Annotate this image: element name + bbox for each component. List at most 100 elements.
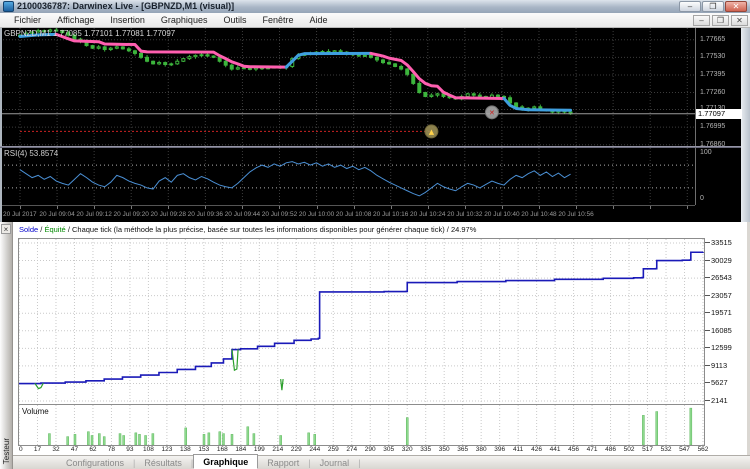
rsi-indicator-label: RSI(4) 53.8574 <box>4 149 58 158</box>
tab-journal[interactable]: Journal <box>311 457 359 469</box>
equity-axis-label: 16085 <box>711 326 732 335</box>
trade-number-label: 456 <box>568 446 579 453</box>
menu-item-insertion[interactable]: Insertion <box>102 13 153 27</box>
equity-axis-label: 9113 <box>711 361 727 370</box>
menu-items: FichierAffichageInsertionGraphiquesOutil… <box>6 13 336 27</box>
app-icon <box>3 1 14 12</box>
panel-splitter[interactable] <box>0 146 741 148</box>
time-axis-label: 20 Jul 10:24 <box>410 211 445 218</box>
tester-titlebar[interactable]: × Testeur <box>0 222 13 469</box>
time-axis-label: 20 Jul 09:36 <box>188 211 223 218</box>
time-axis-label: 20 Jul 10:08 <box>336 211 371 218</box>
time-axis-label: 20 Jul 10:48 <box>521 211 556 218</box>
time-axis-label: 20 Jul 09:04 <box>39 211 74 218</box>
equity-axis-label: 33515 <box>711 238 732 247</box>
trade-number-label: 138 <box>180 446 191 453</box>
chart-restore-button[interactable]: ❐ <box>712 15 729 26</box>
candlestick-chart[interactable]: ▲✕ <box>0 28 695 146</box>
trade-number-label: 547 <box>679 446 690 453</box>
trade-number-label: 0 <box>19 446 23 453</box>
tester-panel: × Testeur Solde / Équité / Chaque tick (… <box>0 222 750 469</box>
trade-number-label: 486 <box>605 446 616 453</box>
equity-axis-label: 23057 <box>711 291 732 300</box>
volume-plot[interactable]: Volume <box>18 404 705 446</box>
balance-legend: Solde <box>19 225 38 234</box>
equity-axis-label: 19571 <box>711 308 732 317</box>
equity-axis-tick <box>705 312 710 313</box>
price-axis-label: 1.77260 <box>700 89 725 96</box>
chart-window-controls: – ❐ ✕ <box>693 15 748 26</box>
time-axis-label: 20 Jul 09:12 <box>76 211 111 218</box>
equity-axis-tick <box>705 347 710 348</box>
report-subtitle: / Chaque tick (la méthode la plus précis… <box>66 225 477 234</box>
equity-chart[interactable] <box>19 239 704 404</box>
trade-number-label: 290 <box>365 446 376 453</box>
time-tick <box>317 206 318 209</box>
time-tick <box>57 206 58 209</box>
trade-number-label: 365 <box>457 446 468 453</box>
trade-number-label: 214 <box>272 446 283 453</box>
trade-number-label: 441 <box>550 446 561 453</box>
chart-minimize-button[interactable]: – <box>693 15 710 26</box>
menu-item-graphiques[interactable]: Graphiques <box>153 13 216 27</box>
time-axis-label: 20 Jul 2017 <box>3 211 37 218</box>
time-axis-label: 20 Jul 09:52 <box>262 211 297 218</box>
window-border-right <box>741 28 750 222</box>
volume-chart[interactable] <box>19 405 704 445</box>
time-axis-label: 20 Jul 10:16 <box>373 211 408 218</box>
trade-number-label: 350 <box>439 446 450 453</box>
chart-window[interactable]: ▲✕ GBPNZD,M1 1.77085 1.77101 1.77081 1.7… <box>0 28 741 222</box>
tab-resultats[interactable]: Résultats <box>135 457 191 469</box>
time-tick <box>354 206 355 209</box>
time-axis-label: 20 Jul 09:44 <box>225 211 260 218</box>
menu-item-aide[interactable]: Aide <box>302 13 336 27</box>
window-border-left <box>0 28 2 222</box>
time-tick <box>168 206 169 209</box>
time-tick <box>20 206 21 209</box>
trade-number-label: 168 <box>217 446 228 453</box>
trade-number-label: 259 <box>328 446 339 453</box>
title-bar[interactable]: 2100036787: Darwinex Live - [GBPNZD,M1 (… <box>0 0 750 13</box>
svg-text:✕: ✕ <box>489 109 495 117</box>
rsi-chart[interactable] <box>0 148 695 205</box>
tab-rapport[interactable]: Rapport <box>258 457 308 469</box>
price-axis-label: 1.77530 <box>700 53 725 60</box>
trade-number-axis: 0173247627893108123138153168184199214229… <box>19 446 719 455</box>
chart-close-button[interactable]: ✕ <box>731 15 748 26</box>
trade-number-label: 320 <box>402 446 413 453</box>
trade-number-label: 32 <box>52 446 59 453</box>
equity-axis-tick <box>705 260 710 261</box>
equity-axis-tick <box>705 295 710 296</box>
menu-item-affichage[interactable]: Affichage <box>49 13 102 27</box>
time-tick <box>391 206 392 209</box>
trade-number-label: 108 <box>143 446 154 453</box>
menu-item-fichier[interactable]: Fichier <box>6 13 49 27</box>
trade-number-label: 562 <box>698 446 709 453</box>
tab-configurations[interactable]: Configurations <box>57 457 133 469</box>
svg-text:▲: ▲ <box>429 128 435 136</box>
equity-axis-tick <box>705 330 710 331</box>
tester-tabs: Configurations|Résultats|GraphiqueRappor… <box>13 455 750 469</box>
window-title: 2100036787: Darwinex Live - [GBPNZD,M1 (… <box>17 0 234 13</box>
tab-graphique[interactable]: Graphique <box>193 454 258 469</box>
volume-label: Volume <box>22 407 49 416</box>
trade-number-label: 517 <box>642 446 653 453</box>
menu-item-outils[interactable]: Outils <box>215 13 254 27</box>
window-close-button[interactable]: ✕ <box>725 1 747 12</box>
tester-close-button[interactable]: × <box>1 224 11 234</box>
time-axis-label: 20 Jul 10:32 <box>447 211 482 218</box>
trade-number-label: 380 <box>476 446 487 453</box>
time-axis: 20 Jul 201720 Jul 09:0420 Jul 09:12 20 Ju… <box>0 205 695 222</box>
window-maximize-button[interactable]: ❐ <box>702 1 724 12</box>
trade-number-label: 62 <box>89 446 96 453</box>
window-minimize-button[interactable]: – <box>679 1 701 12</box>
equity-plot[interactable] <box>18 238 705 405</box>
trade-number-label: 184 <box>235 446 246 453</box>
time-tick <box>205 206 206 209</box>
equity-axis-label: 5627 <box>711 378 728 387</box>
menu-item-fenetre[interactable]: Fenêtre <box>254 13 301 27</box>
trade-number-label: 532 <box>661 446 672 453</box>
trade-number-label: 411 <box>513 446 523 453</box>
time-axis-label: 20 Jul 09:28 <box>151 211 186 218</box>
trade-number-label: 471 <box>587 446 598 453</box>
